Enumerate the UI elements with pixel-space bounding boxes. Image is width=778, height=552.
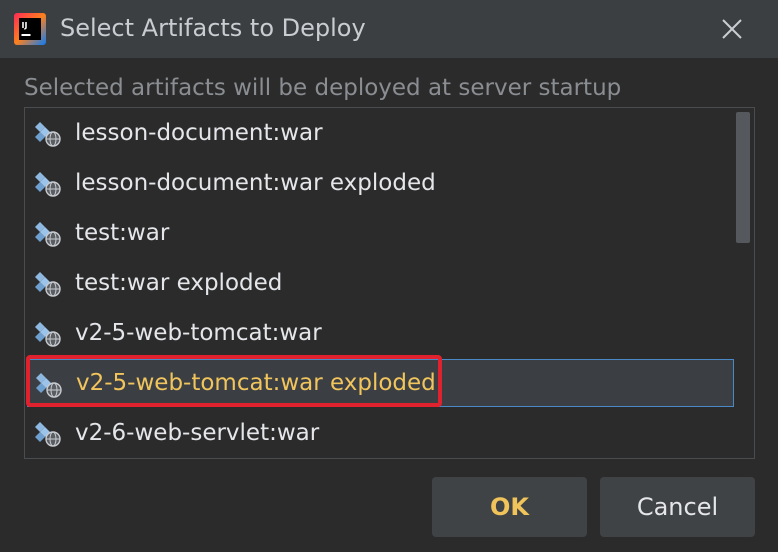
list-item[interactable]: test:war exploded (27, 259, 734, 307)
list-item[interactable]: test:war (27, 209, 734, 257)
artifact-label: v2-5-web-tomcat:war exploded (76, 370, 436, 396)
title-bar: IJ Select Artifacts to Deploy (0, 0, 778, 58)
close-icon (722, 19, 742, 39)
intellij-idea-icon: IJ (14, 13, 46, 45)
web-artifact-icon (35, 222, 61, 247)
artifact-label: v2-5-web-tomcat:war (75, 320, 322, 346)
artifact-label: lesson-document:war exploded (75, 170, 436, 196)
web-artifact-icon (36, 373, 62, 398)
list-item[interactable]: v2-5-web-tomcat:war exploded (27, 359, 734, 407)
scrollbar-thumb[interactable] (736, 112, 750, 243)
ok-button[interactable]: OK (432, 477, 587, 537)
list-item[interactable]: v2-5-web-tomcat:war (27, 309, 734, 357)
dialog-title: Select Artifacts to Deploy (60, 14, 366, 42)
web-artifact-icon (35, 172, 61, 197)
svg-text:IJ: IJ (22, 21, 28, 30)
artifact-label: v2-6-web-servlet:war (75, 420, 320, 446)
web-artifact-icon (35, 322, 61, 347)
select-artifacts-dialog: IJ Select Artifacts to Deploy Selected a… (0, 0, 778, 552)
artifact-label: test:war (75, 220, 170, 246)
close-button[interactable] (712, 10, 752, 48)
cancel-button[interactable]: Cancel (600, 477, 755, 537)
list-item[interactable]: lesson-document:war exploded (27, 159, 734, 207)
artifact-list[interactable]: lesson-document:war lesson-document:war e… (24, 107, 755, 459)
artifact-label: lesson-document:war (75, 120, 323, 146)
artifact-label: test:war exploded (75, 270, 283, 296)
web-artifact-icon (35, 122, 61, 147)
list-item[interactable]: lesson-document:war (27, 109, 734, 157)
list-item[interactable]: v2-6-web-servlet:war (27, 409, 734, 457)
dialog-description: Selected artifacts will be deployed at s… (24, 75, 622, 101)
web-artifact-icon (35, 272, 61, 297)
web-artifact-icon (35, 422, 61, 447)
